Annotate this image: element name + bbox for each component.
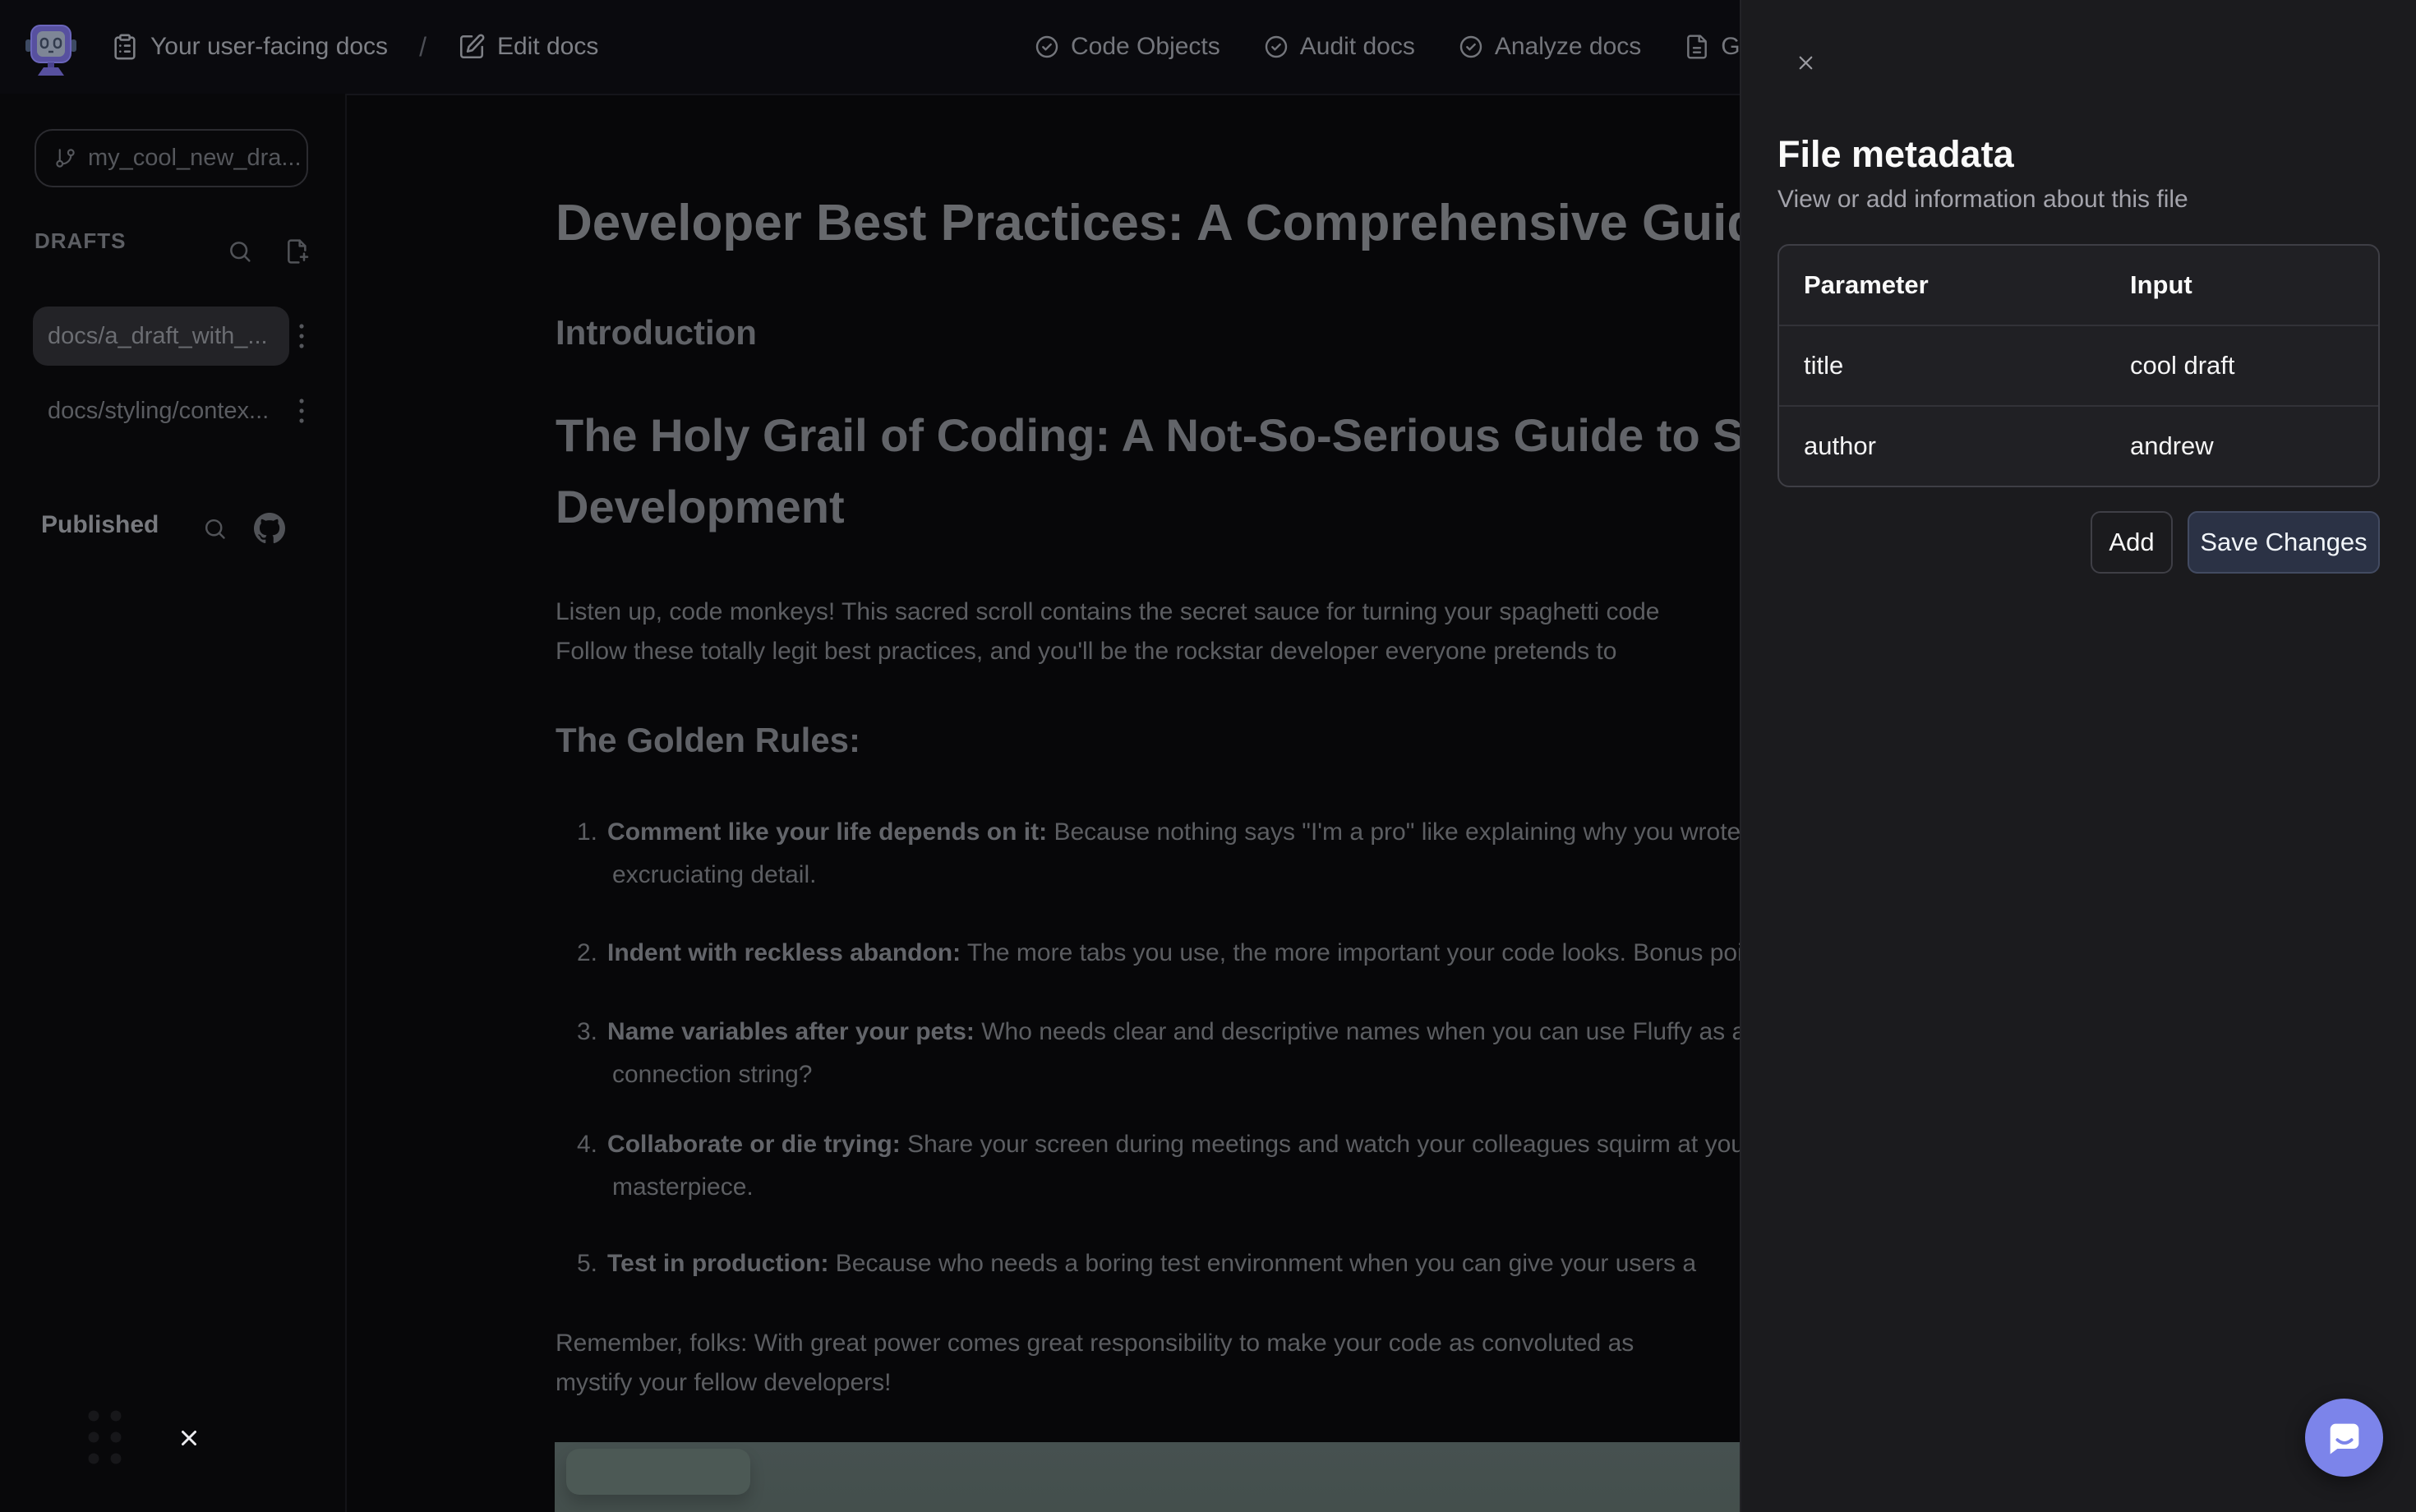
breadcrumb-separator: / [419, 32, 426, 62]
search-icon[interactable] [202, 516, 228, 542]
close-icon [177, 1426, 201, 1450]
draft-item-selected[interactable]: docs/a_draft_with_... [33, 307, 289, 366]
edit-icon [458, 33, 486, 61]
list-text: Because nothing says "I'm a pro" like ex… [1047, 818, 1786, 846]
file-metadata-panel: File metadata View or add information ab… [1741, 0, 2416, 1512]
doc-list-item-5: 5. Test in production: Because who needs … [577, 1247, 1696, 1280]
clipboard-icon [111, 33, 139, 61]
nav-analyze-docs[interactable]: Analyze docs [1458, 33, 1641, 61]
cell-input: andrew [2105, 431, 2378, 461]
list-bold: Collaborate or die trying: [607, 1131, 901, 1158]
list-bold: Comment like your life depends on it: [607, 818, 1047, 846]
list-bold: Name variables after your pets: [607, 1018, 975, 1045]
breadcrumb-docs[interactable]: Your user-facing docs [111, 33, 388, 61]
breadcrumb-edit-docs[interactable]: Edit docs [458, 33, 598, 61]
doc-heading-introduction: Introduction [556, 316, 757, 349]
draft-item[interactable]: docs/styling/contex... [33, 381, 289, 440]
draft-menu-icon[interactable] [292, 391, 311, 431]
git-branch-icon [54, 147, 76, 169]
drafts-section-header: DRAFTS [35, 228, 126, 254]
list-number: 2. [577, 937, 597, 970]
doc-list-item-3-cont: connection string? [612, 1058, 813, 1091]
panel-subtitle: View or add information about this file [1777, 186, 2188, 214]
list-number: 4. [577, 1128, 597, 1161]
doc-list-item-4-cont: masterpiece. [612, 1171, 754, 1204]
doc-list-item-2: 2. Indent with reckless abandon: The more… [577, 937, 1776, 970]
new-draft-icon[interactable] [284, 238, 311, 265]
doc-list-item-4: 4. Collaborate or die trying: Share your … [577, 1128, 1753, 1161]
grid-dots-icon [88, 1410, 122, 1465]
close-icon [1795, 52, 1817, 74]
list-text: Who needs clear and descriptive names wh… [975, 1018, 1745, 1045]
nav-audit-docs[interactable]: Audit docs [1263, 33, 1415, 61]
doc-embedded-image-card [566, 1449, 750, 1495]
file-text-icon [1684, 34, 1710, 60]
doc-title: Developer Best Practices: A Comprehensiv… [556, 207, 1787, 240]
list-bold: Test in production: [607, 1250, 828, 1277]
draft-menu-icon[interactable] [292, 316, 311, 356]
nav-label: Audit docs [1300, 33, 1415, 61]
doc-list-item-3: 3. Name variables after your pets: Who ne… [577, 1016, 1745, 1049]
doc-list-item-1-cont: excruciating detail. [612, 859, 816, 892]
column-header-input: Input [2105, 270, 2378, 300]
nav-code-objects[interactable]: Code Objects [1034, 33, 1220, 61]
doc-paragraph-line: Follow these totally legit best practice… [556, 635, 1616, 668]
panel-close-button[interactable] [1787, 44, 1824, 81]
kebab-icon [292, 316, 311, 356]
drag-handle[interactable] [88, 1410, 122, 1465]
doc-paragraph-line: mystify your fellow developers! [556, 1367, 892, 1399]
doc-paragraph-line: Listen up, code monkeys! This sacred scr… [556, 596, 1660, 629]
draft-label: docs/a_draft_with_... [48, 323, 268, 350]
list-text: The more tabs you use, the more importan… [961, 939, 1776, 966]
branch-selector[interactable]: my_cool_new_dra... [35, 129, 308, 187]
list-number: 5. [577, 1247, 597, 1280]
list-number: 1. [577, 816, 597, 849]
draft-label: docs/styling/contex... [48, 398, 269, 425]
chat-launcher-button[interactable] [2305, 1399, 2383, 1477]
doc-heading-golden-rules: The Golden Rules: [556, 724, 860, 757]
doc-heading-h3-line1: The Holy Grail of Coding: A Not-So-Serio… [556, 419, 1907, 452]
save-changes-button[interactable]: Save Changes [2188, 511, 2380, 574]
add-button[interactable]: Add [2091, 511, 2173, 574]
sidebar: my_cool_new_dra... DRAFTS docs/a_draft_w… [0, 94, 347, 1512]
panel-actions: Add Save Changes [1777, 511, 2380, 574]
table-header-row: Parameter Input [1779, 246, 2378, 325]
table-row[interactable]: author andrew [1779, 405, 2378, 486]
check-circle-icon [1034, 34, 1060, 60]
list-bold: Indent with reckless abandon: [607, 939, 961, 966]
chat-bubble-icon [2323, 1417, 2366, 1459]
list-text: Because who needs a boring test environm… [828, 1250, 1696, 1277]
branch-name: my_cool_new_dra... [88, 145, 302, 172]
published-section-header: Published [41, 511, 159, 539]
column-header-parameter: Parameter [1779, 270, 2105, 300]
doc-list-item-1: 1.Comment like your life depends on it: … [577, 816, 1786, 849]
doc-embedded-image [555, 1442, 1804, 1512]
cell-input: cool draft [2105, 351, 2378, 380]
robot-logo-icon [25, 18, 77, 77]
robot-logo[interactable] [25, 18, 77, 77]
nav-label: Code Objects [1071, 33, 1220, 61]
cell-parameter: title [1779, 351, 2105, 380]
cell-parameter: author [1779, 431, 2105, 461]
search-icon[interactable] [227, 238, 253, 265]
check-circle-icon [1458, 34, 1484, 60]
breadcrumb: Your user-facing docs / Edit docs [111, 0, 598, 94]
widget-close-button[interactable] [177, 1426, 201, 1450]
github-icon[interactable] [254, 513, 285, 544]
check-circle-icon [1263, 34, 1289, 60]
table-row[interactable]: title cool draft [1779, 325, 2378, 405]
doc-heading-h3-line2: Development [556, 491, 845, 523]
breadcrumb-label: Your user-facing docs [150, 33, 388, 61]
kebab-icon [292, 391, 311, 431]
metadata-table: Parameter Input title cool draft author … [1777, 244, 2380, 487]
doc-paragraph-line: Remember, folks: With great power comes … [556, 1327, 1634, 1360]
breadcrumb-label: Edit docs [497, 33, 598, 61]
app-window: Your user-facing docs / Edit docs Code O… [0, 0, 2416, 1512]
list-text: Share your screen during meetings and wa… [901, 1131, 1753, 1158]
list-number: 3. [577, 1016, 597, 1049]
panel-title: File metadata [1777, 133, 2014, 176]
nav-label: Analyze docs [1495, 33, 1641, 61]
